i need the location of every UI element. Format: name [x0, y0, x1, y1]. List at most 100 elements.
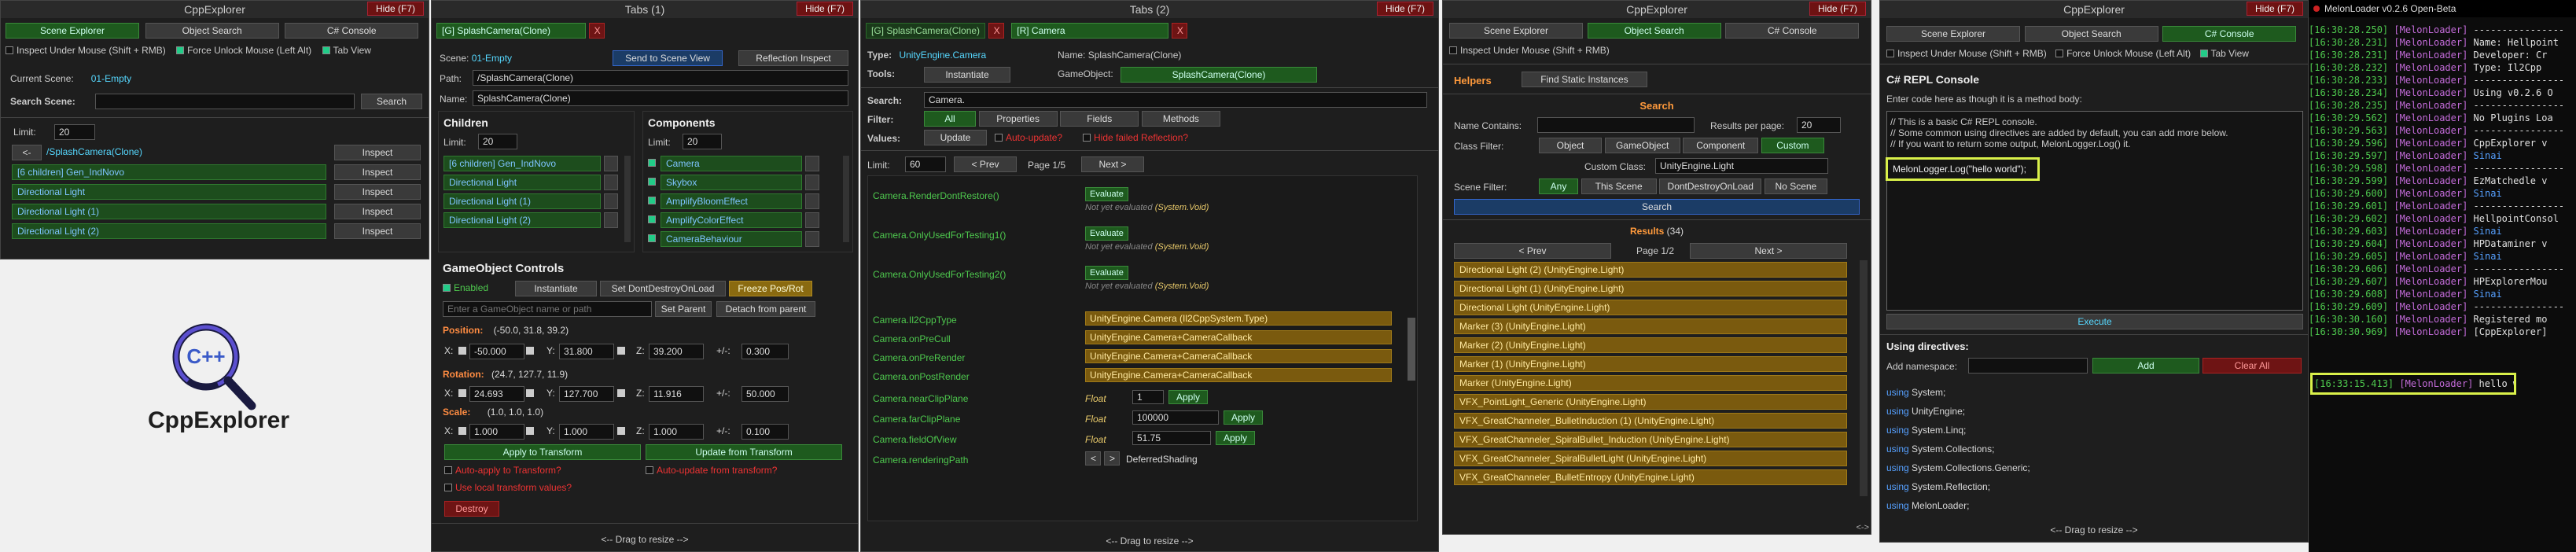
- tab-splashcamera[interactable]: [G] SplashCamera(Clone): [436, 23, 586, 39]
- component-inspect-button[interactable]: [805, 231, 819, 247]
- inspect-under-mouse-toggle[interactable]: Inspect Under Mouse (Shift + RMB): [1886, 48, 2047, 59]
- back-button[interactable]: <-: [12, 145, 42, 160]
- search-result-item[interactable]: Directional Light (1) (UnityEngine.Light…: [1454, 281, 1847, 296]
- close-tab-button[interactable]: X: [988, 23, 1004, 39]
- enabled-toggle[interactable]: Enabled: [443, 282, 488, 293]
- set-dontdestroyonload-button[interactable]: Set DontDestroyOnLoad: [600, 281, 726, 296]
- scrollbar-thumb[interactable]: [1408, 318, 1415, 381]
- inspect-under-mouse-toggle[interactable]: Inspect Under Mouse (Shift + RMB): [1449, 45, 1610, 56]
- component-item[interactable]: Camera: [661, 156, 802, 171]
- scale-z-input[interactable]: [649, 424, 704, 440]
- inspect-button[interactable]: Inspect: [334, 184, 421, 200]
- component-inspect-button[interactable]: [805, 193, 819, 209]
- search-result-item[interactable]: VFX_GreatChanneler_SpiralBulletLight (Un…: [1454, 451, 1847, 466]
- inspect-button[interactable]: Inspect: [334, 223, 421, 239]
- set-parent-button[interactable]: Set Parent: [655, 301, 712, 317]
- next-page-button[interactable]: Next >: [1081, 156, 1144, 172]
- component-enabled-checkbox[interactable]: [648, 234, 656, 242]
- tab-view-toggle[interactable]: Tab View: [2199, 48, 2249, 59]
- detach-from-parent-button[interactable]: Detach from parent: [716, 301, 815, 317]
- filter-fields-button[interactable]: Fields: [1060, 111, 1139, 127]
- search-button[interactable]: Search: [1454, 199, 1860, 215]
- force-unlock-toggle[interactable]: Force Unlock Mouse (Left Alt): [176, 45, 311, 56]
- reflection-inspect-button[interactable]: Reflection Inspect: [738, 50, 848, 66]
- scrollbar[interactable]: [624, 156, 631, 242]
- auto-update-toggle[interactable]: Auto-update?: [995, 132, 1062, 143]
- float-input[interactable]: [1132, 410, 1219, 425]
- limit-input[interactable]: [54, 124, 95, 140]
- tab-object-search[interactable]: Object Search: [1587, 23, 1721, 39]
- class-filter-object[interactable]: Object: [1539, 138, 1602, 153]
- search-result-item[interactable]: VFX_GreatChanneler_BulletInduction (1) (…: [1454, 413, 1847, 429]
- freeze-pos-rot-button[interactable]: Freeze Pos/Rot: [729, 281, 812, 296]
- hide-button[interactable]: Hide (F7): [2246, 2, 2303, 16]
- list-item[interactable]: Directional Light: [12, 184, 326, 200]
- evaluate-button[interactable]: Evaluate: [1085, 187, 1128, 201]
- hide-button[interactable]: Hide (F7): [1376, 2, 1433, 16]
- search-result-item[interactable]: VFX_GreatChanneler_BulletEntropy (UnityE…: [1454, 469, 1847, 485]
- slider-handle[interactable]: [617, 427, 625, 435]
- tab-scene-explorer[interactable]: Scene Explorer: [1449, 23, 1583, 39]
- inspect-under-mouse-toggle[interactable]: Inspect Under Mouse (Shift + RMB): [6, 45, 166, 56]
- search-scene-input[interactable]: [95, 94, 355, 109]
- component-enabled-checkbox[interactable]: [648, 178, 656, 186]
- scrollbar[interactable]: [843, 156, 849, 242]
- custom-class-input[interactable]: [1655, 158, 1828, 174]
- tab-object-search[interactable]: Object Search: [145, 23, 279, 39]
- use-local-toggle[interactable]: Use local transform values?: [444, 482, 572, 493]
- slider-handle[interactable]: [526, 427, 534, 435]
- destroy-button[interactable]: Destroy: [444, 501, 499, 517]
- tab-csharp-console[interactable]: C# Console: [285, 23, 419, 39]
- filter-methods-button[interactable]: Methods: [1141, 111, 1220, 127]
- enum-next-button[interactable]: >: [1104, 451, 1120, 466]
- member-value-button[interactable]: UnityEngine.Camera+CameraCallback: [1085, 368, 1392, 382]
- prev-page-button[interactable]: < Prev: [1454, 243, 1611, 259]
- pos-z-input[interactable]: [649, 344, 704, 359]
- add-namespace-button[interactable]: Add: [2092, 358, 2199, 374]
- filter-all-button[interactable]: All: [924, 111, 976, 127]
- pos-step-input[interactable]: [742, 344, 789, 359]
- slider-handle[interactable]: [617, 389, 625, 397]
- list-item[interactable]: [6 children] Gen_IndNovo: [12, 164, 326, 180]
- auto-update-toggle[interactable]: Auto-update from transform?: [646, 465, 777, 476]
- member-value-button[interactable]: UnityEngine.Camera (Il2CppSystem.Type): [1085, 311, 1392, 326]
- child-inspect-button[interactable]: [604, 212, 618, 228]
- limit-input[interactable]: [905, 156, 946, 172]
- filter-properties-button[interactable]: Properties: [978, 111, 1058, 127]
- drag-to-resize-handle[interactable]: <-- Drag to resize -->: [432, 532, 858, 546]
- gameobject-link-button[interactable]: SplashCamera(Clone): [1121, 67, 1317, 83]
- float-input[interactable]: [1132, 390, 1164, 404]
- scale-y-input[interactable]: [559, 424, 614, 440]
- child-item[interactable]: Directional Light (2): [443, 212, 601, 228]
- close-tab-button[interactable]: X: [1171, 23, 1187, 39]
- name-input[interactable]: [473, 90, 848, 106]
- name-contains-input[interactable]: [1537, 117, 1695, 133]
- child-inspect-button[interactable]: [604, 175, 618, 190]
- pos-x-input[interactable]: [469, 344, 524, 359]
- path-input[interactable]: [473, 70, 848, 86]
- force-unlock-toggle[interactable]: Force Unlock Mouse (Left Alt): [2055, 48, 2191, 59]
- component-enabled-checkbox[interactable]: [648, 197, 656, 204]
- tab-csharp-console[interactable]: C# Console: [1725, 23, 1860, 39]
- evaluate-button[interactable]: Evaluate: [1085, 266, 1128, 280]
- scene-filter-no-scene[interactable]: No Scene: [1764, 178, 1827, 194]
- rot-x-input[interactable]: [469, 386, 524, 402]
- tab-camera[interactable]: [R] Camera: [1011, 23, 1169, 39]
- component-enabled-checkbox[interactable]: [648, 159, 656, 167]
- slider-handle[interactable]: [526, 389, 534, 397]
- window-titlebar[interactable]: CppExplorer Hide (F7): [1443, 1, 1871, 18]
- send-to-scene-view-button[interactable]: Send to Scene View: [613, 50, 723, 66]
- prev-page-button[interactable]: < Prev: [954, 156, 1017, 172]
- drag-to-resize-handle[interactable]: <-- Drag to resize -->: [861, 534, 1438, 548]
- execute-button[interactable]: Execute: [1886, 314, 2303, 329]
- search-button[interactable]: Search: [361, 94, 422, 109]
- hide-button[interactable]: Hide (F7): [366, 2, 424, 16]
- current-scene-value[interactable]: 01-Empty: [91, 73, 131, 84]
- apply-button[interactable]: Apply: [1168, 390, 1208, 404]
- component-item[interactable]: AmplifyColorEffect: [661, 212, 802, 228]
- component-item[interactable]: CameraBehaviour: [661, 231, 802, 247]
- scale-x-input[interactable]: [469, 424, 524, 440]
- evaluate-button[interactable]: Evaluate: [1085, 226, 1128, 241]
- rot-z-input[interactable]: [649, 386, 704, 402]
- scene-value[interactable]: 01-Empty: [472, 53, 512, 64]
